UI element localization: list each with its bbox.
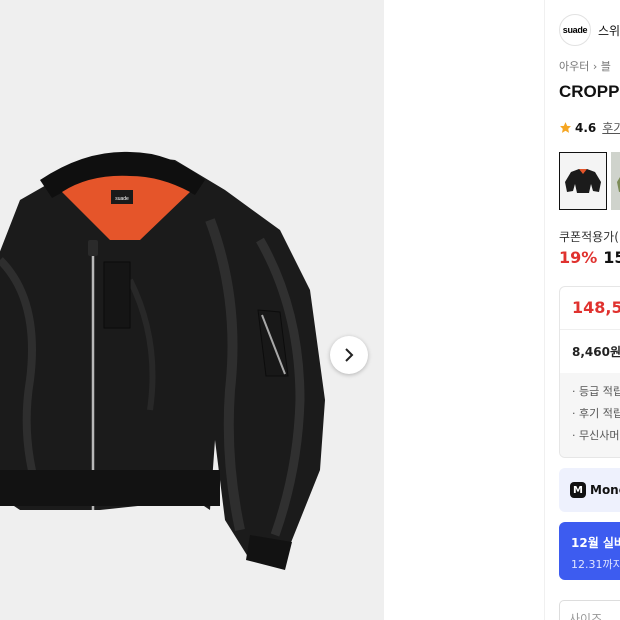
price-row: 19% 15: [559, 248, 620, 267]
brand-name[interactable]: 스위: [598, 22, 620, 39]
benefit-item: · 무신사머: [572, 429, 620, 442]
discount-percent: 19%: [559, 248, 598, 267]
benefit-item: · 등급 적립: [572, 385, 620, 398]
promo-title: 12월 실버: [571, 536, 620, 550]
jacket-thumbnail-icon: [617, 177, 620, 192]
svg-text:suade: suade: [115, 196, 129, 202]
product-image-jacket: suade: [0, 151, 325, 570]
star-icon: [560, 122, 571, 133]
thumbnail-black[interactable]: [559, 152, 607, 210]
size-select[interactable]: 사이즈: [559, 600, 620, 620]
product-title: CROPPI: [559, 82, 620, 101]
brand-logo: suade: [559, 14, 591, 46]
jacket-thumbnail-icon: [565, 169, 601, 193]
sale-price: 15: [603, 248, 620, 267]
thumbnail-green[interactable]: [611, 152, 620, 210]
money-label: Mone: [590, 483, 620, 497]
points-amount: 8,460원: [572, 345, 620, 359]
rating-row: 4.6 후기: [559, 119, 620, 136]
benefit-item: · 후기 적립: [572, 407, 620, 420]
product-image-gallery: suade: [0, 0, 384, 620]
promo-subtitle: 12.31까지 -: [571, 558, 620, 571]
whitespace: [384, 0, 544, 620]
breadcrumb[interactable]: 아우터 › 블: [559, 58, 611, 74]
divider: [560, 329, 620, 330]
color-thumbnails: [559, 152, 620, 210]
money-banner[interactable]: M Mone: [559, 468, 620, 512]
promo-banner[interactable]: 12월 실버 12.31까지 -: [559, 522, 620, 580]
brand-row[interactable]: suade 스위: [559, 14, 620, 46]
money-logo-icon: M: [570, 482, 586, 498]
price-benefits-box: 148,5 8,460원 · 등급 적립 · 후기 적립 · 무신사머: [559, 286, 620, 458]
product-info: suade 스위 아우터 › 블 CROPPI 4.6 후기 쿠폰적용가( 19…: [544, 0, 620, 620]
coupon-price-label: 쿠폰적용가(: [559, 230, 619, 244]
reviews-link[interactable]: 후기: [602, 119, 620, 136]
final-price: 148,5: [572, 298, 620, 317]
rating-value: 4.6: [575, 120, 597, 135]
next-image-button[interactable]: [330, 336, 368, 374]
chevron-right-icon: [345, 348, 354, 362]
